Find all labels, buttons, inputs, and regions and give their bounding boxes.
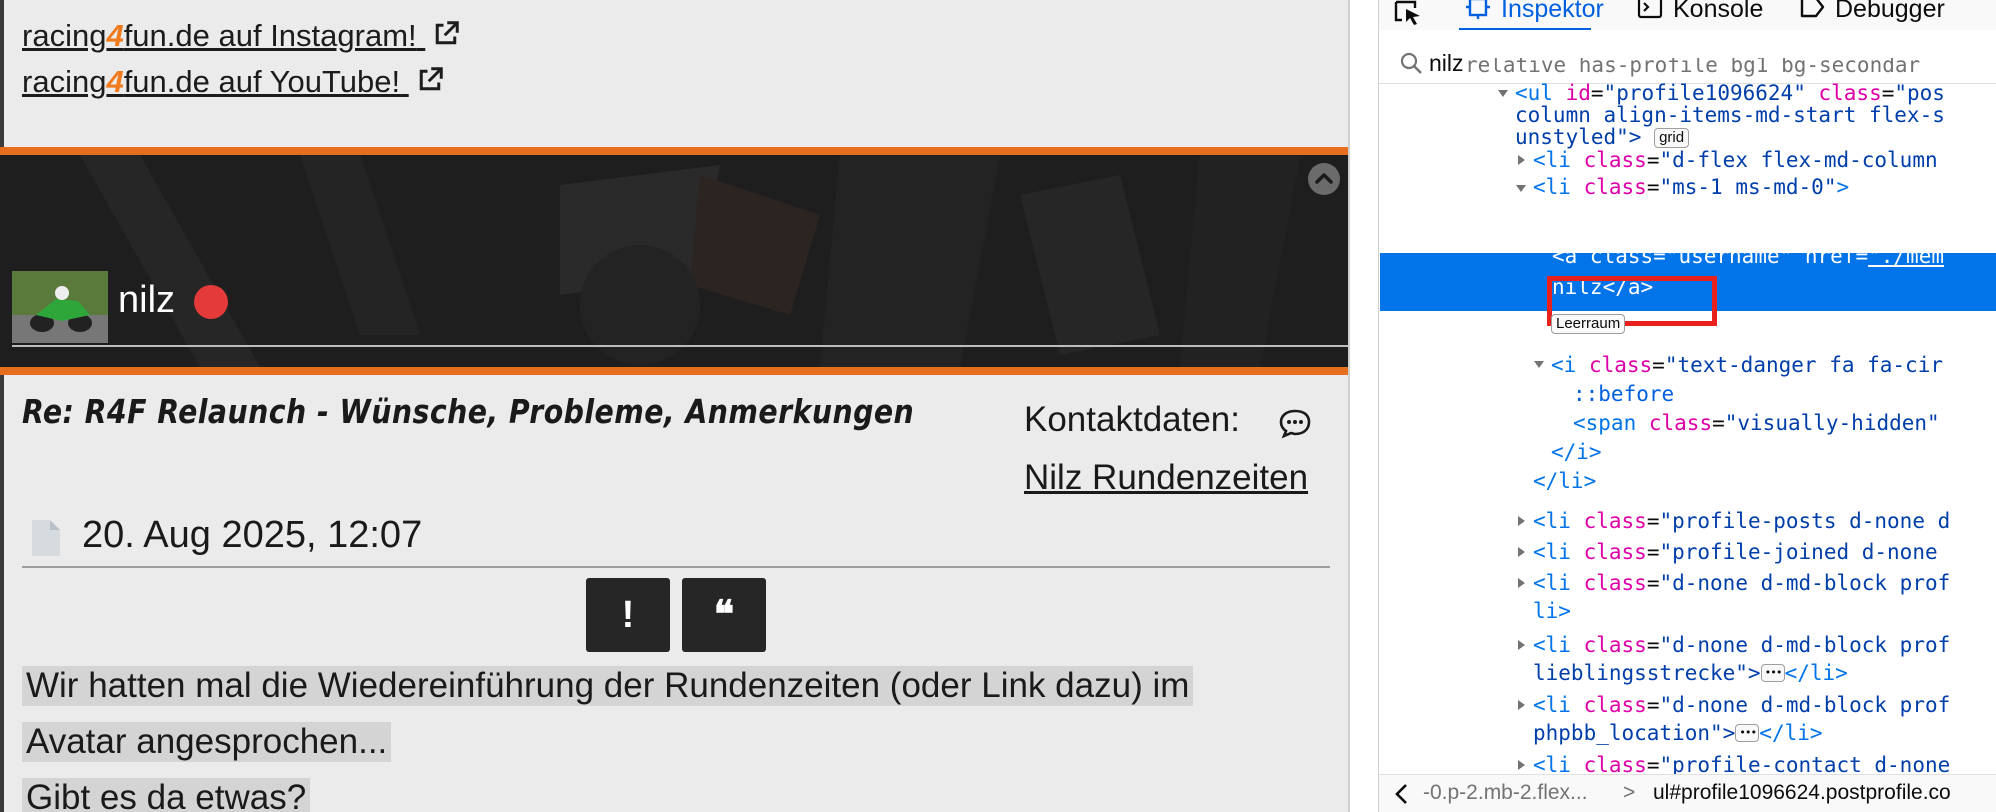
external-link-icon (419, 67, 443, 91)
quote-button[interactable]: ❝ (682, 578, 766, 652)
post-title[interactable]: Re: R4F Relaunch - Wünsche, Probleme, An… (22, 392, 914, 431)
expand-arrow-icon[interactable] (1533, 358, 1545, 370)
whitespace-badge[interactable]: Leerraum (1551, 314, 1626, 334)
element-picker-icon[interactable] (1393, 0, 1425, 26)
breadcrumb-item-current[interactable]: ul#profile1096624.postprofile.co (1653, 781, 1951, 805)
page-right-gutter (1348, 0, 1378, 812)
markup-line[interactable]: <span class="visually-hidden" (1573, 408, 1996, 438)
report-button[interactable]: ! (586, 578, 670, 652)
collapse-arrow-icon[interactable] (1515, 699, 1527, 711)
breadcrumb-separator: > (1623, 781, 1636, 804)
tab-inspektor[interactable]: Inspektor (1465, 0, 1604, 24)
collapse-arrow-icon[interactable] (1515, 639, 1527, 651)
chevron-left-icon[interactable] (1393, 783, 1411, 805)
tab-konsole[interactable]: Konsole (1637, 0, 1763, 24)
collapse-arrow-icon[interactable] (1515, 154, 1527, 166)
debugger-icon (1800, 0, 1825, 18)
expand-arrow-icon[interactable] (1515, 182, 1527, 194)
markup-line[interactable]: <li class="profile-posts d-none d (1533, 506, 1996, 536)
contact-link[interactable]: Nilz Rundenzeiten (1024, 458, 1308, 498)
section-divider (0, 147, 1348, 155)
markup-line[interactable]: lieblingsstrecke"></li> (1533, 658, 1996, 688)
search-icon (1400, 52, 1422, 74)
post-divider (22, 566, 1330, 568)
post-body-line: Avatar angesprochen... (22, 722, 392, 762)
file-icon (32, 520, 60, 556)
collapsed-content-badge[interactable] (1735, 718, 1760, 748)
devtools-panel: Inspektor Konsole Debugger relative has-… (1378, 0, 1996, 812)
username[interactable]: nilz (118, 279, 175, 322)
console-icon (1637, 0, 1663, 19)
avatar[interactable] (12, 271, 108, 343)
collapse-arrow-icon[interactable] (1515, 546, 1527, 558)
post-body-line: Gibt es da etwas? (22, 778, 311, 812)
markup-line[interactable]: <a class="username" href="./mem (1552, 251, 1996, 271)
markup-line[interactable]: <li class="ms-1 ms-md-0"> (1533, 172, 1996, 202)
online-status-icon (194, 285, 228, 319)
collapsed-content-badge[interactable] (1760, 658, 1785, 688)
chevron-up-icon (1315, 173, 1333, 184)
speech-bubble-icon (1279, 409, 1311, 439)
devtools-tabbar: Inspektor Konsole Debugger (1379, 0, 1996, 30)
breadcrumb-item[interactable]: -0.p-2.mb-2.flex... (1423, 781, 1588, 805)
markup-line[interactable]: <li class="profile-contact d-none (1533, 750, 1996, 774)
post-body-line: Wir hatten mal die Wiedereinführung der … (22, 666, 1194, 706)
page-left-border (0, 0, 4, 812)
markup-line[interactable]: <li class="d-none d-md-block prof (1533, 630, 1996, 660)
markup-line[interactable]: li> (1533, 596, 1996, 626)
markup-line[interactable]: <i class="text-danger fa fa-cir (1551, 350, 1996, 380)
markup-line[interactable]: <li class="d-none d-md-block prof (1533, 568, 1996, 598)
banner-divider (12, 345, 1348, 347)
tab-debugger[interactable]: Debugger (1799, 0, 1945, 24)
markup-line: Leerraum (1551, 312, 1996, 334)
markup-line[interactable]: relative has-profile bg1 bg-secondar (1465, 58, 1996, 80)
markup-line[interactable]: </i> (1551, 437, 1996, 467)
instagram-link[interactable]: racing4fun.de auf Instagram! (22, 18, 461, 54)
youtube-link[interactable]: racing4fun.de auf YouTube! (22, 64, 445, 100)
banner-background-image (0, 155, 1348, 367)
inspector-icon (1466, 0, 1490, 19)
markup-line[interactable]: <li class="d-flex flex-md-column (1533, 145, 1996, 175)
page-right-border (1348, 0, 1350, 812)
breadcrumb: -0.p-2.mb-2.flex... > ul#profile1096624.… (1379, 774, 1996, 812)
markup-line[interactable]: <li class="profile-joined d-none (1533, 537, 1996, 567)
post-date: 20. Aug 2025, 12:07 (82, 514, 423, 556)
collapse-arrow-icon[interactable] (1515, 515, 1527, 527)
forum-page: racing4fun.de auf Instagram! racing4fun.… (0, 0, 1378, 812)
markup-line[interactable]: ::before (1573, 379, 1996, 409)
markup-line[interactable]: phpbb_location"></li> (1533, 718, 1996, 748)
collapse-arrow-icon[interactable] (1515, 759, 1527, 771)
expand-arrow-icon[interactable] (1497, 87, 1509, 99)
profile-banner: nilz (0, 155, 1348, 367)
collapse-toggle[interactable] (1308, 163, 1340, 195)
avatar-image (12, 271, 108, 343)
post-top-divider (0, 367, 1348, 375)
active-tab-indicator (1459, 28, 1591, 30)
contact-label: Kontaktdaten: (1024, 400, 1240, 439)
markup-line[interactable]: <li class="d-none d-md-block prof (1533, 690, 1996, 720)
collapse-arrow-icon[interactable] (1515, 577, 1527, 589)
external-link-icon (436, 21, 460, 45)
markup-line[interactable]: </li> (1533, 466, 1996, 496)
